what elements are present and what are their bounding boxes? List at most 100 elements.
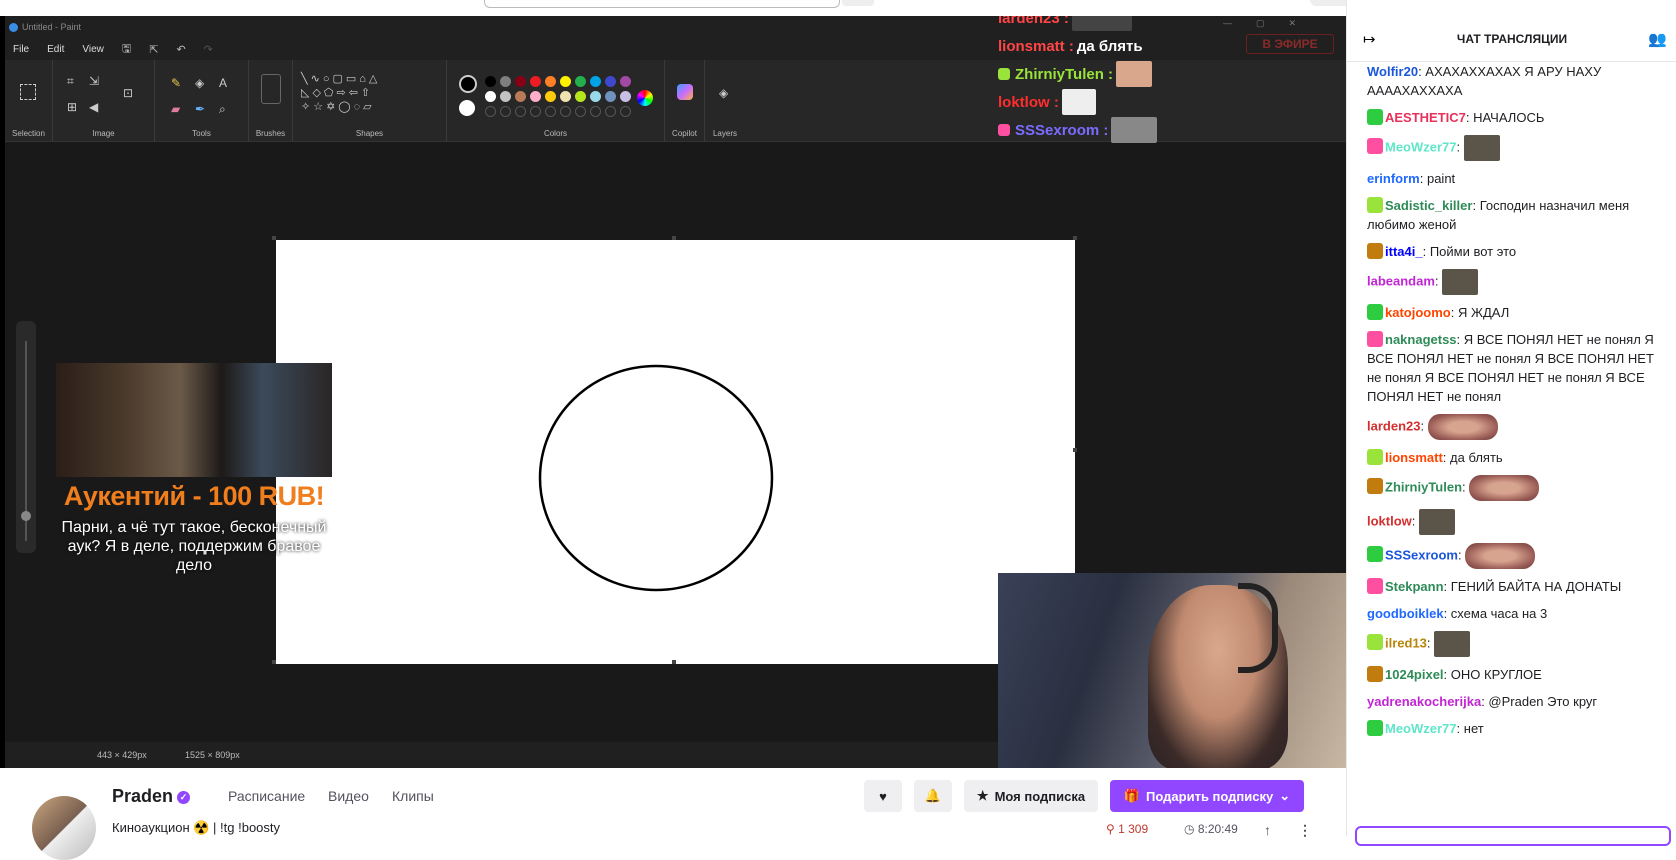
image-edit-icon: ⊡ (123, 86, 134, 100)
chat-text: Пойми вот это (1429, 244, 1517, 259)
more-options-icon[interactable]: ⋮ (1298, 822, 1312, 839)
chat-message: Sadistic_killer: Господин назначил меня … (1367, 196, 1669, 234)
badge-icon (1367, 304, 1383, 320)
gift-label: Подарить подписку (1146, 788, 1274, 804)
chat-username[interactable]: loktlow (1367, 513, 1412, 528)
channel-avatar[interactable] (32, 796, 96, 860)
eraser-icon: ▰ (171, 102, 181, 116)
chat-username[interactable]: MeoWzer77 (1385, 139, 1457, 154)
chat-username[interactable]: AESTHETIC7 (1385, 110, 1466, 125)
search-button[interactable] (842, 0, 874, 6)
chat-username[interactable]: MeoWzer77 (1385, 721, 1457, 736)
empty-swatch (620, 106, 631, 117)
pencil-icon: ✎ (171, 76, 182, 90)
maximize-icon: ▢ (1255, 18, 1265, 28)
chat-username[interactable]: lionsmatt (1385, 450, 1443, 465)
empty-swatch (590, 106, 601, 117)
close-icon: ✕ (1288, 18, 1296, 28)
paint-logo-icon (9, 22, 18, 32)
brush-icon (261, 74, 281, 104)
fill-icon: ◈ (195, 76, 205, 90)
overlay-chat-line: loktlow : (998, 88, 1238, 116)
follow-button[interactable]: ♥ (864, 780, 902, 812)
emote (1434, 631, 1471, 657)
overlay-user: SSSexroom : (1015, 121, 1109, 139)
nav-clips[interactable]: Клипы (392, 788, 434, 804)
chat-username[interactable]: 1024pixel (1385, 667, 1444, 682)
chat-input[interactable] (1355, 826, 1671, 846)
notifications-button[interactable]: 🔔 (914, 780, 952, 812)
chat-username[interactable]: goodboiklek (1367, 606, 1444, 621)
badge-icon (1367, 331, 1383, 347)
color-picker-icon: ✒ (195, 102, 206, 116)
chat-separator: : (1434, 273, 1443, 289)
chat-username[interactable]: katojoomo (1385, 305, 1451, 320)
chat-text: ОНО КРУГЛОЕ (1450, 667, 1542, 682)
overlay-chat-line: larden23 : (998, 16, 1238, 32)
emote (1465, 543, 1536, 569)
edit-colors-icon (637, 90, 653, 106)
chat-username[interactable]: Sadistic_killer (1385, 198, 1472, 213)
badge-icon (1367, 546, 1383, 563)
chat-message: SSSexroom: (1367, 543, 1669, 569)
chat-separator: : (1426, 635, 1435, 651)
badge-icon (1367, 138, 1383, 155)
bell-icon: 🔔 (924, 788, 942, 803)
chat-username[interactable]: naknagetss (1385, 332, 1457, 347)
paint-canvas (276, 240, 1075, 664)
color-swatch (620, 91, 631, 102)
chat-username[interactable]: Wolfir20 (1367, 64, 1418, 79)
group-selection: Selection (5, 60, 53, 142)
nav-schedule[interactable]: Расписание (228, 788, 305, 804)
chat-username[interactable]: yadrenakocherijka (1367, 694, 1481, 709)
badge-icon (1367, 243, 1383, 259)
resize-handle (1073, 236, 1077, 240)
group-layers: ◈ Layers (705, 60, 745, 142)
channel-name[interactable]: Praden ✓ (112, 786, 191, 807)
empty-swatch (545, 106, 556, 117)
video-player[interactable]: Untitled - Paint — ▢ ✕ File Edit View 🖫 … (0, 16, 1346, 768)
empty-swatch (500, 106, 511, 117)
resize-icon: ⇲ (89, 74, 100, 88)
users-icon[interactable]: 👥 (1648, 30, 1667, 48)
chat-username[interactable]: erinform (1367, 171, 1420, 186)
channel-name-text: Praden (112, 786, 174, 806)
auction-overlay: Аукентий - 100 RUB! Парни, а чё тут тако… (56, 363, 332, 574)
overlay-text: да блять (1076, 37, 1143, 55)
auction-title: Аукентий - 100 RUB! (63, 481, 325, 511)
badge-icon (1367, 720, 1383, 736)
zoom-thumb (21, 511, 31, 521)
headphones (1238, 583, 1278, 673)
chevron-down-icon: ⌄ (1279, 788, 1291, 803)
auction-text: Парни, а чё тут такое, бесконечный аук? … (61, 519, 327, 574)
group-label: Layers (712, 129, 737, 138)
emote (1111, 117, 1158, 143)
chat-separator: : (1419, 171, 1427, 186)
search-bar[interactable] (484, 0, 840, 8)
crop-icon: ⌗ (67, 74, 74, 88)
chat-username[interactable]: labeandam (1367, 273, 1435, 288)
drawn-circle (538, 364, 774, 592)
chat-text: да блять (1450, 450, 1503, 465)
color1-swatch (459, 75, 477, 93)
empty-swatch (560, 106, 571, 117)
color-swatch (575, 76, 586, 87)
nav-videos[interactable]: Видео (328, 788, 369, 804)
chat-username[interactable]: itta4i_ (1385, 244, 1423, 259)
subscription-button[interactable]: ★ Моя подписка (964, 780, 1098, 812)
chat-message: AESTHETIC7: НАЧАЛОСЬ (1367, 108, 1669, 127)
shapes-gallery: ╲∿○▢▭⌂△ ◺◇⬠⇨⇦⇧ ✧☆✡◯◌▱ (301, 73, 381, 113)
chat-username[interactable]: ilred13 (1385, 635, 1427, 650)
chat-separator: : (1456, 139, 1464, 155)
chat-message: itta4i_: Пойми вот это (1367, 242, 1669, 261)
chat-username[interactable]: larden23 (1367, 418, 1420, 433)
chat-username[interactable]: ZhirniyTulen (1385, 479, 1462, 494)
overlay-chat-line: lionsmatt : да блять (998, 32, 1238, 60)
chat-username[interactable]: Stekpann (1385, 579, 1444, 594)
emote (1469, 475, 1540, 501)
selection-size: 443 × 429px (97, 750, 147, 760)
verified-icon: ✓ (177, 790, 191, 804)
chat-username[interactable]: SSSexroom (1385, 547, 1458, 562)
gift-sub-button[interactable]: 🎁 Подарить подписку ⌄ (1110, 780, 1304, 812)
streamer-webcam (998, 573, 1346, 768)
